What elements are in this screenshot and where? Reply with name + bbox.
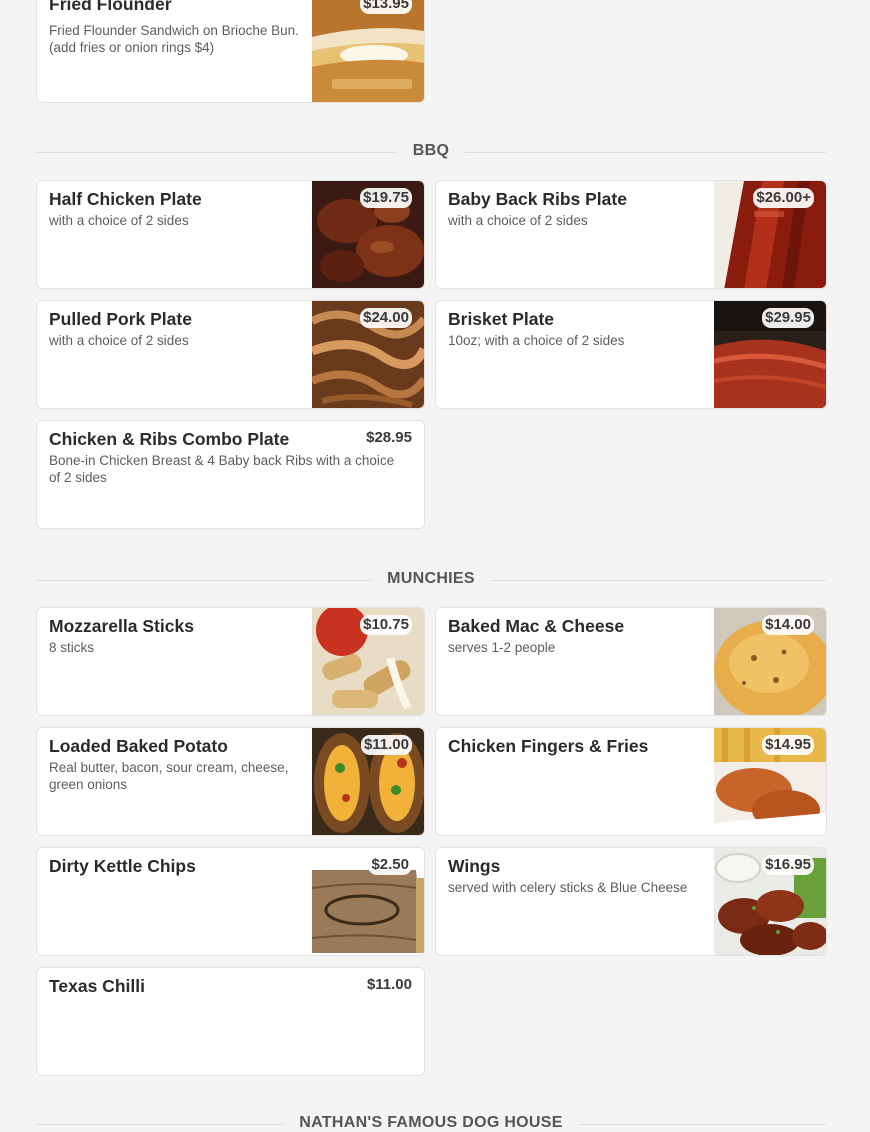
item-description: with a choice of 2 sides xyxy=(448,213,588,228)
menu-item-baked-mac-cheese[interactable]: Baked Mac & Cheese serves 1-2 people $14… xyxy=(435,607,827,716)
menu-item-brisket-plate[interactable]: Brisket Plate 10oz; with a choice of 2 s… xyxy=(435,300,827,409)
menu-item-fried-flounder[interactable]: Fried Flounder Fried Flounder Sandwich o… xyxy=(36,0,425,103)
item-price: $11.00 xyxy=(366,976,412,993)
section-title: MUNCHIES xyxy=(36,570,826,588)
section-header-nathans-famous-dog-house: NATHAN'S FAMOUS DOG HOUSE xyxy=(36,1114,826,1131)
item-name: Mozzarella Sticks xyxy=(49,616,194,636)
section-header-bbq: BBQ xyxy=(36,142,826,162)
item-name: Baby Back Ribs Plate xyxy=(448,189,627,209)
item-name: Dirty Kettle Chips xyxy=(49,856,196,876)
item-description: with a choice of 2 sides xyxy=(49,213,189,228)
menu-item-dirty-kettle-chips[interactable]: Dirty Kettle Chips $2.50 xyxy=(36,847,425,956)
item-price: $2.50 xyxy=(368,855,412,875)
item-price: $16.95 xyxy=(762,855,814,875)
item-description: Fried Flounder Sandwich on Brioche Bun. … xyxy=(49,23,299,55)
item-description: serves 1-2 people xyxy=(448,640,556,655)
item-price: $28.95 xyxy=(366,429,412,446)
item-price: $10.75 xyxy=(360,615,412,635)
menu-item-wings[interactable]: Wings served with celery sticks & Blue C… xyxy=(435,847,827,956)
item-price: $14.00 xyxy=(762,615,814,635)
item-price: $14.95 xyxy=(762,735,814,755)
item-description: 8 sticks xyxy=(49,640,95,655)
menu-item-texas-chilli[interactable]: Texas Chilli $11.00 xyxy=(36,967,425,1076)
menu-item-baby-back-ribs-plate[interactable]: Baby Back Ribs Plate with a choice of 2 … xyxy=(435,180,827,289)
item-description: served with celery sticks & Blue Cheese xyxy=(448,880,688,895)
item-description: with a choice of 2 sides xyxy=(49,333,189,348)
item-name: Texas Chilli xyxy=(49,976,145,996)
item-price: $26.00+ xyxy=(753,188,814,208)
fried-flounder-sandwich-photo xyxy=(312,0,424,102)
menu-item-pulled-pork-plate[interactable]: Pulled Pork Plate with a choice of 2 sid… xyxy=(36,300,425,409)
menu-item-loaded-baked-potato[interactable]: Loaded Baked Potato Real butter, bacon, … xyxy=(36,727,425,836)
item-name: Pulled Pork Plate xyxy=(49,309,192,329)
item-price: $13.95 xyxy=(360,0,412,14)
item-name: Chicken & Ribs Combo Plate xyxy=(49,429,290,449)
item-name: Wings xyxy=(448,856,501,876)
item-description: Bone-in Chicken Breast & 4 Baby back Rib… xyxy=(49,453,395,485)
item-name: Fried Flounder xyxy=(49,0,172,14)
item-name: Brisket Plate xyxy=(448,309,555,329)
item-name: Chicken Fingers & Fries xyxy=(448,736,649,756)
section-header-munchies: MUNCHIES xyxy=(36,570,826,590)
menu-item-mozzarella-sticks[interactable]: Mozzarella Sticks 8 sticks $10.75 xyxy=(36,607,425,716)
item-name: Half Chicken Plate xyxy=(49,189,202,209)
item-name: Loaded Baked Potato xyxy=(49,736,228,756)
menu-item-chicken-fingers-fries[interactable]: Chicken Fingers & Fries $14.95 xyxy=(435,727,827,836)
item-price: $29.95 xyxy=(762,308,814,328)
item-price: $19.75 xyxy=(360,188,412,208)
item-name: Baked Mac & Cheese xyxy=(448,616,625,636)
item-price: $11.00 xyxy=(360,735,412,755)
section-title: NATHAN'S FAMOUS DOG HOUSE xyxy=(36,1114,826,1132)
item-description: 10oz; with a choice of 2 sides xyxy=(448,333,625,348)
item-price: $24.00 xyxy=(360,308,412,328)
menu-item-chicken-ribs-combo-plate[interactable]: Chicken & Ribs Combo Plate Bone-in Chick… xyxy=(36,420,425,529)
item-description: Real butter, bacon, sour cream, cheese, … xyxy=(49,760,289,792)
menu-item-half-chicken-plate[interactable]: Half Chicken Plate with a choice of 2 si… xyxy=(36,180,425,289)
section-title: BBQ xyxy=(36,142,826,160)
